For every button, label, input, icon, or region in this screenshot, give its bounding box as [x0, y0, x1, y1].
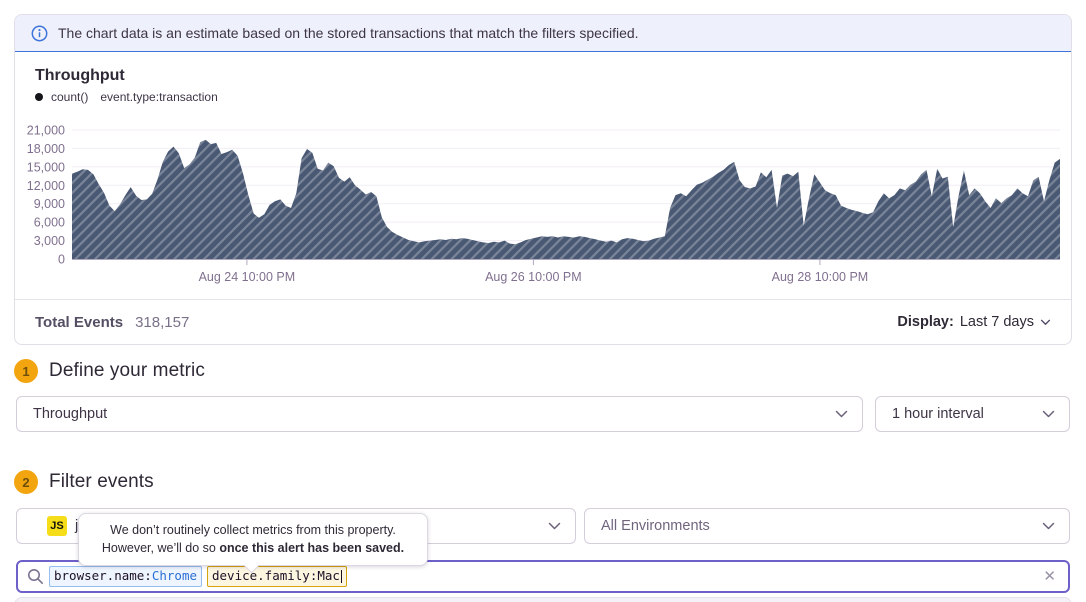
- interval-select[interactable]: 1 hour interval: [875, 396, 1070, 432]
- token-value: Mac: [317, 568, 340, 583]
- token-key: device.family:: [212, 568, 317, 583]
- environment-select[interactable]: All Environments: [584, 508, 1070, 544]
- metric-select-value: Throughput: [33, 406, 107, 422]
- y-axis-label: 9,000: [34, 197, 65, 211]
- token-key: browser.name:: [54, 568, 152, 583]
- display-label: Display:: [897, 314, 953, 330]
- legend-filter: event.type:transaction: [100, 90, 217, 104]
- filter-token-browser-name[interactable]: browser.name:Chrome: [49, 566, 202, 587]
- text-caret: [341, 570, 342, 583]
- info-icon: [31, 25, 48, 42]
- y-axis-label: 18,000: [27, 142, 65, 156]
- chevron-down-icon: [835, 410, 848, 418]
- y-axis-label: 12,000: [27, 179, 65, 193]
- y-axis-label: 21,000: [27, 124, 65, 138]
- search-icon: [27, 568, 44, 585]
- legend-dot-icon: [35, 93, 43, 101]
- area-series: [72, 140, 1060, 259]
- chart-footer: Total Events 318,157 Display: Last 7 day…: [15, 299, 1071, 344]
- display-value: Last 7 days: [960, 314, 1034, 330]
- tooltip-line2-bold: once this alert has been saved.: [219, 541, 404, 555]
- chevron-down-icon: [1042, 410, 1055, 418]
- display-period-dropdown[interactable]: Display: Last 7 days: [897, 314, 1051, 330]
- tooltip-line2: However, we’ll do so: [102, 541, 219, 555]
- chevron-down-icon: [548, 522, 561, 530]
- metric-select[interactable]: Throughput: [16, 396, 863, 432]
- throughput-chart-card: Throughput count() event.type:transactio…: [15, 52, 1071, 299]
- section-2-title: Filter events: [49, 471, 154, 493]
- x-axis-label: Aug 24 10:00 PM: [199, 270, 296, 284]
- environment-select-value: All Environments: [601, 518, 710, 534]
- chart-title: Throughput: [35, 66, 1071, 85]
- tooltip-line1: We don’t routinely collect metrics from …: [110, 523, 396, 537]
- banner-text: The chart data is an estimate based on t…: [58, 25, 639, 41]
- y-axis-label: 3,000: [34, 234, 65, 248]
- section-1-title: Define your metric: [49, 360, 205, 382]
- property-tooltip: We don’t routinely collect metrics from …: [78, 513, 428, 566]
- token-value: Chrome: [152, 568, 197, 583]
- alert-builder-page: The chart data is an estimate based on t…: [0, 0, 1086, 602]
- total-events: Total Events 318,157: [35, 314, 189, 331]
- y-axis-label: 15,000: [27, 160, 65, 174]
- javascript-platform-icon: JS: [47, 516, 67, 536]
- step-1-badge: 1: [14, 359, 38, 383]
- interval-select-value: 1 hour interval: [892, 406, 984, 422]
- legend-metric: count(): [51, 90, 88, 104]
- chart-panel: The chart data is an estimate based on t…: [14, 14, 1072, 345]
- y-axis-label: 0: [58, 253, 65, 267]
- filter-token-device-family[interactable]: device.family:Mac: [207, 566, 347, 587]
- chevron-down-icon: [1042, 522, 1055, 530]
- x-axis-label: Aug 26 10:00 PM: [485, 270, 582, 284]
- y-axis-label: 6,000: [34, 216, 65, 230]
- total-events-label: Total Events: [35, 314, 123, 331]
- estimate-banner: The chart data is an estimate based on t…: [15, 15, 1071, 52]
- chevron-down-icon: [1040, 319, 1051, 326]
- clear-search-icon[interactable]: ✕: [1043, 569, 1056, 584]
- section-filter-events: 2 Filter events: [14, 470, 154, 494]
- section-define-metric: 1 Define your metric: [14, 359, 205, 383]
- total-events-value: 318,157: [135, 314, 189, 331]
- chart-legend: count() event.type:transaction: [35, 90, 1071, 104]
- step-2-badge: 2: [14, 470, 38, 494]
- x-axis-label: Aug 28 10:00 PM: [772, 270, 869, 284]
- next-panel-strip: [14, 597, 1072, 602]
- throughput-area-chart[interactable]: 0 3,000 6,000 9,000 12,000 15,000 18,000 21,000…: [15, 110, 1071, 286]
